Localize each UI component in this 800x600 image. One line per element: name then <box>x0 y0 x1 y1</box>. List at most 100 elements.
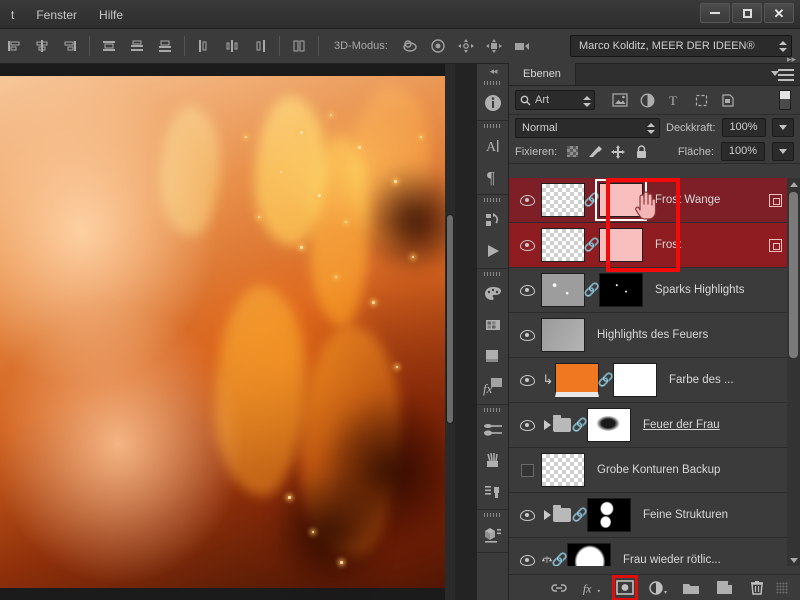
link-icon[interactable]: 🔗 <box>585 192 599 208</box>
layer-mask-thumbnail[interactable] <box>599 228 643 262</box>
table-row[interactable]: Grobe Konturen Backup <box>509 448 800 493</box>
smart-object-badge-icon[interactable] <box>764 194 786 207</box>
blend-mode-spinner-icon[interactable] <box>646 121 655 137</box>
layer-name[interactable]: Feine Strukturen <box>631 509 800 521</box>
filter-type-icon[interactable]: T <box>665 91 683 109</box>
filter-shape-icon[interactable] <box>692 91 710 109</box>
workspace-preset-select[interactable]: Marco Kolditz, MEER DER IDEEN® <box>570 35 792 57</box>
layer-thumbnail[interactable] <box>541 318 585 352</box>
fill-dropdown-icon[interactable] <box>772 142 794 161</box>
layer-thumbnail[interactable] <box>541 273 585 307</box>
align-right-edges-icon[interactable] <box>56 33 84 59</box>
layer-mask-thumbnail[interactable] <box>599 273 643 307</box>
link-icon[interactable]: 🔗 <box>573 507 587 523</box>
layer-name[interactable]: Farbe des ... <box>657 374 800 386</box>
layer-visibility-toggle[interactable] <box>513 240 541 251</box>
lock-image-icon[interactable] <box>587 144 603 160</box>
layers-scrollbar-thumb[interactable] <box>789 192 798 358</box>
menu-item-fenster[interactable]: Fenster <box>25 5 88 25</box>
canvas-scrollbar-thumb[interactable] <box>446 214 454 424</box>
filter-smartobject-icon[interactable] <box>719 91 737 109</box>
layer-name[interactable]: Feuer der Frau <box>631 419 800 431</box>
distribute-left-icon[interactable] <box>190 33 218 59</box>
table-row[interactable]: 🔗 Sparks Highlights <box>509 268 800 313</box>
layer-thumbnail[interactable] <box>555 363 599 397</box>
minimize-button[interactable] <box>700 3 730 23</box>
dock-grip[interactable] <box>477 405 508 414</box>
table-row[interactable]: ↳ 🔗 Farbe des ... <box>509 358 800 403</box>
layer-name[interactable]: Grobe Konturen Backup <box>585 464 800 476</box>
menu-item-0[interactable]: t <box>0 5 25 25</box>
layer-name[interactable]: Highlights des Feuers <box>585 329 800 341</box>
smart-object-badge-icon[interactable] <box>764 239 786 252</box>
filter-toggle-switch[interactable] <box>779 90 791 110</box>
layer-visibility-toggle[interactable] <box>513 375 541 386</box>
add-layer-mask-icon[interactable] <box>615 578 635 598</box>
scroll-up-icon[interactable] <box>789 178 798 190</box>
layer-visibility-toggle[interactable] <box>513 510 541 521</box>
styles-icon[interactable] <box>477 340 509 371</box>
layer-visibility-toggle[interactable] <box>513 285 541 296</box>
paragraph-icon[interactable]: ¶ <box>477 161 509 192</box>
lock-all-icon[interactable] <box>633 144 649 160</box>
canvas-vertical-scrollbar[interactable] <box>445 64 455 600</box>
layer-mask-thumbnail[interactable] <box>587 498 631 532</box>
timeline-icon[interactable] <box>477 204 509 235</box>
filter-kind-spinner-icon[interactable] <box>582 93 591 109</box>
new-adjustment-layer-icon[interactable] <box>648 578 668 598</box>
align-top-edges-icon[interactable] <box>95 33 123 59</box>
layer-visibility-toggle[interactable] <box>513 464 541 477</box>
filter-kind-select[interactable]: Art <box>515 90 595 110</box>
layer-list[interactable]: 🔗 Frost Wange 🔗 Frost <box>509 178 800 566</box>
layer-name[interactable]: Frau wieder rötlic... <box>611 554 800 566</box>
link-icon[interactable]: 🔗 <box>585 237 599 253</box>
blend-mode-select[interactable]: Normal <box>515 118 660 138</box>
filter-adjustment-icon[interactable] <box>638 91 656 109</box>
table-row[interactable]: 🔗 Feine Strukturen <box>509 493 800 538</box>
layer-mask-thumbnail[interactable] <box>567 543 611 566</box>
3d-pan-icon[interactable] <box>452 33 480 59</box>
new-group-icon[interactable] <box>681 578 701 598</box>
align-vertical-centers-icon[interactable] <box>123 33 151 59</box>
scroll-down-icon[interactable] <box>789 554 798 566</box>
collapse-panels-icon[interactable]: ◂◂ <box>477 64 509 78</box>
3d-roll-icon[interactable] <box>424 33 452 59</box>
align-left-edges-icon[interactable] <box>0 33 28 59</box>
3d-panel-icon[interactable] <box>477 519 509 550</box>
link-layers-icon[interactable] <box>549 578 569 598</box>
tool-presets-icon[interactable] <box>477 476 509 507</box>
layer-visibility-toggle[interactable] <box>513 195 541 206</box>
table-row[interactable]: 🔗 Frost <box>509 223 800 268</box>
tab-ebenen[interactable]: Ebenen <box>509 63 576 85</box>
panel-resize-grip[interactable] <box>776 582 788 594</box>
info-icon[interactable] <box>477 87 509 118</box>
3d-orbit-icon[interactable] <box>396 33 424 59</box>
fill-value[interactable]: 100% <box>721 142 765 161</box>
link-icon[interactable]: 🔗 <box>599 372 613 388</box>
brush-presets-icon[interactable] <box>477 414 509 445</box>
table-row[interactable]: Highlights des Feuers <box>509 313 800 358</box>
3d-camera-icon[interactable] <box>508 33 536 59</box>
dock-grip[interactable] <box>477 195 508 204</box>
layer-thumbnail[interactable] <box>541 228 585 262</box>
maximize-button[interactable] <box>732 3 762 23</box>
layer-name[interactable]: Frost <box>643 239 764 251</box>
dock-grip[interactable] <box>477 78 508 87</box>
align-horizontal-centers-icon[interactable] <box>28 33 56 59</box>
dock-grip[interactable] <box>477 121 508 130</box>
table-row[interactable]: 🔗 Feuer der Frau <box>509 403 800 448</box>
play-icon[interactable] <box>477 235 509 266</box>
delete-layer-icon[interactable] <box>747 578 767 598</box>
new-layer-icon[interactable] <box>714 578 734 598</box>
layer-visibility-toggle[interactable] <box>513 420 541 431</box>
layer-name[interactable]: Frost Wange <box>643 194 764 206</box>
group-disclosure-icon[interactable] <box>541 420 553 430</box>
opacity-dropdown-icon[interactable] <box>772 118 794 137</box>
3d-slide-icon[interactable] <box>480 33 508 59</box>
layer-thumbnail[interactable] <box>541 453 585 487</box>
distribute-right-icon[interactable] <box>246 33 274 59</box>
distribute-spacing-icon[interactable] <box>285 33 313 59</box>
fx-icon[interactable]: fx <box>477 371 509 402</box>
distribute-center-icon[interactable] <box>218 33 246 59</box>
panel-menu-icon[interactable] <box>778 69 794 81</box>
